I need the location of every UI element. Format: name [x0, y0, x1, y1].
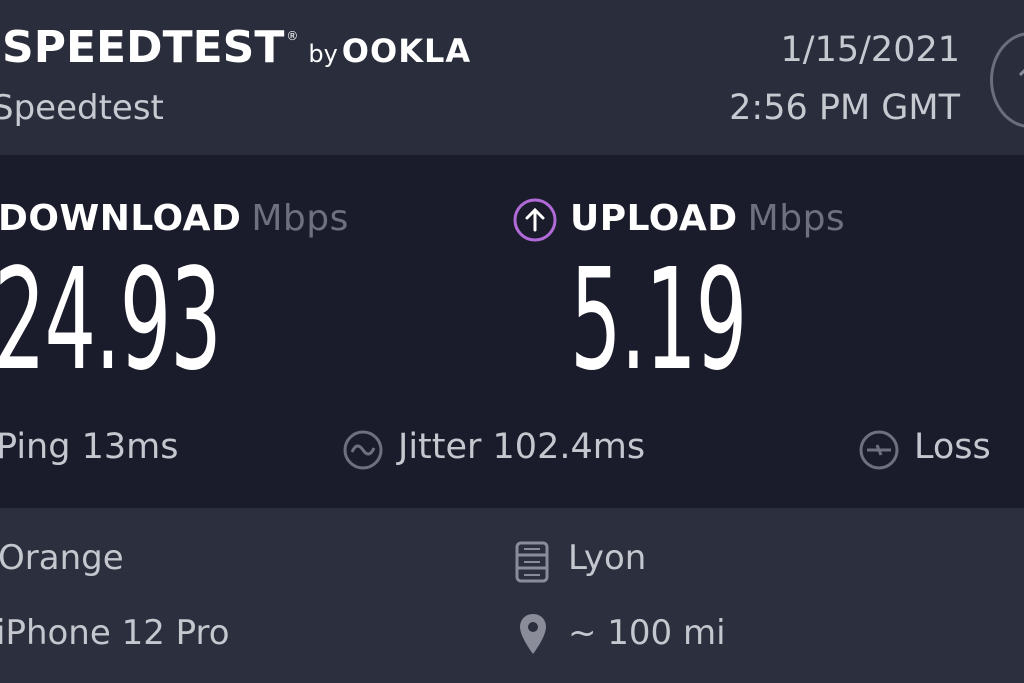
- upload-title: UPLOAD: [570, 198, 738, 239]
- upload-unit: Mbps: [747, 198, 846, 239]
- share-button[interactable]: [990, 32, 1024, 128]
- isp-name: Orange: [0, 538, 124, 578]
- download-value: 24.93: [0, 239, 222, 402]
- speedtest-logo: SPEEDTEST ® by OOKLA: [2, 22, 471, 73]
- location-pin-icon: [520, 614, 546, 654]
- jitter-stat: Jitter 102.4ms: [398, 427, 646, 467]
- download-unit: Mbps: [251, 198, 349, 239]
- upload-arrow-icon: [513, 198, 557, 242]
- packet-loss-stat: Loss: [914, 427, 991, 467]
- download-label: DOWNLOAD Mbps: [0, 198, 349, 239]
- server-icon: [515, 541, 549, 583]
- result-header: SPEEDTEST ® by OOKLA Speedtest 1/15/2021…: [0, 0, 1024, 155]
- share-icon: [1018, 68, 1024, 77]
- jitter-icon: [343, 430, 383, 470]
- download-title: DOWNLOAD: [0, 198, 242, 239]
- brand-name: SPEEDTEST: [2, 22, 285, 73]
- upload-label: UPLOAD Mbps: [570, 198, 845, 239]
- server-location: Lyon: [568, 538, 647, 578]
- ping-stat: Ping 13ms: [0, 427, 179, 467]
- ookla-logo-text: OOKLA: [341, 32, 472, 70]
- speed-results-panel: DOWNLOAD Mbps 24.93 UPLOAD Mbps 5.19 Ping …: [0, 155, 1024, 508]
- upload-value: 5.19: [570, 239, 747, 402]
- connection-info: Orange iPhone 12 Pro Lyon ~ 100 mi: [0, 508, 1024, 683]
- device-name: iPhone 12 Pro: [0, 613, 230, 653]
- trademark-symbol: ®: [286, 29, 299, 43]
- server-distance: ~ 100 mi: [568, 613, 726, 653]
- test-time: 2:56 PM GMT: [729, 88, 960, 128]
- test-date: 1/15/2021: [780, 30, 960, 70]
- packet-loss-icon: [859, 430, 899, 470]
- app-subtitle: Speedtest: [0, 88, 164, 128]
- brand-by-text: by: [308, 40, 338, 68]
